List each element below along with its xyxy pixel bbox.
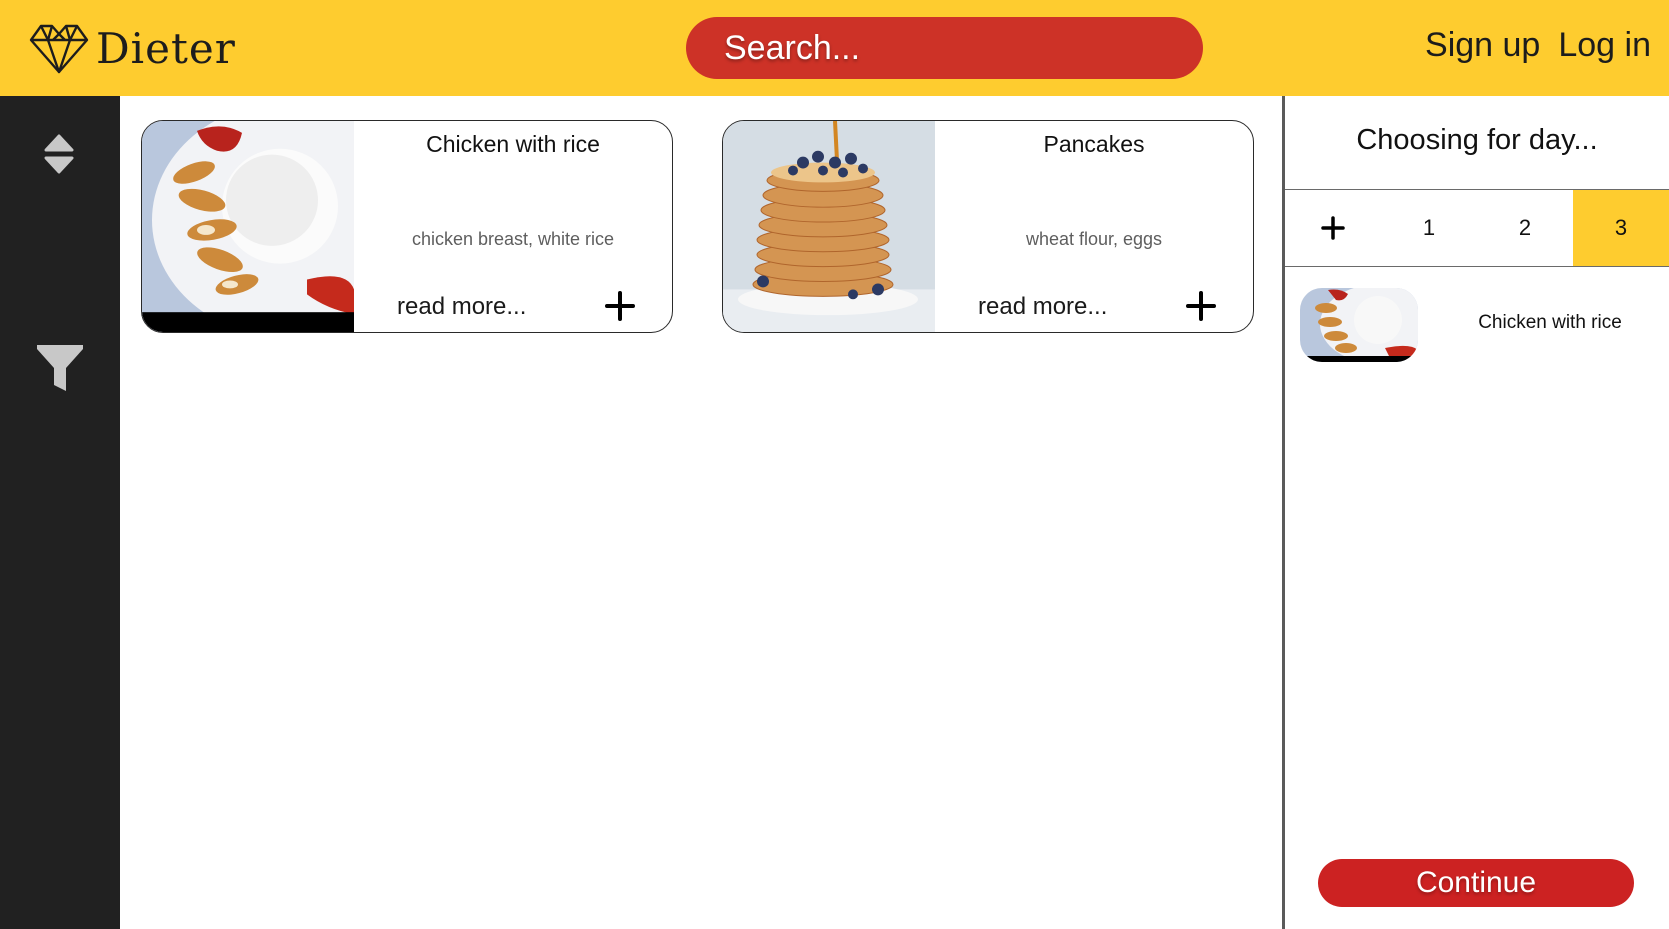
heart-gem-logo-icon [29,24,89,74]
auth-links: Sign up Log in [1425,26,1651,65]
tab-day-3[interactable]: 3 [1573,190,1669,266]
search-bar[interactable] [686,17,1203,79]
recipe-card[interactable]: Pancakes wheat flour, eggs read more... [722,120,1254,333]
recipe-ingredients: wheat flour, eggs [1025,229,1163,249]
logo-text: Dieter [96,23,236,73]
recipe-title: Chicken with rice [426,131,600,157]
signup-link[interactable]: Sign up [1425,26,1540,65]
sort-icon[interactable] [44,134,74,174]
day-plan-panel: Choosing for day... 1 2 3 Chicken with r… [1282,96,1669,929]
pancakes-photo [723,121,935,332]
chosen-recipe-name: Chicken with rice [1478,312,1622,333]
left-sidebar [0,96,120,929]
chosen-recipe-thumbnail [1300,288,1418,362]
add-plus-icon[interactable] [1186,291,1216,321]
tab-day-1[interactable]: 1 [1381,190,1477,266]
add-day-tab[interactable] [1285,190,1381,266]
panel-title: Choosing for day... [1356,124,1598,156]
chicken-rice-photo [1300,288,1418,362]
read-more-link[interactable]: read more... [397,293,526,321]
chicken-rice-photo [142,121,354,332]
search-input[interactable] [722,27,1203,69]
read-more-link[interactable]: read more... [978,293,1107,321]
continue-button[interactable]: Continue [1318,859,1634,907]
filter-icon[interactable] [36,344,84,394]
add-plus-icon[interactable] [605,291,635,321]
login-link[interactable]: Log in [1558,26,1651,65]
recipe-title: Pancakes [1043,131,1145,157]
logo[interactable]: Dieter [28,20,236,76]
recipe-image [142,121,354,332]
tab-day-2[interactable]: 2 [1477,190,1573,266]
add-plus-icon [1321,216,1345,240]
day-tabs: 1 2 3 [1285,189,1669,267]
recipe-image [723,121,935,332]
recipe-ingredients: chicken breast, white rice [411,229,615,249]
recipe-card[interactable]: Chicken with rice chicken breast, white … [141,120,673,333]
chosen-recipe-item[interactable]: Chicken with rice [1300,288,1660,364]
top-header: Dieter Sign up Log in [0,0,1669,96]
